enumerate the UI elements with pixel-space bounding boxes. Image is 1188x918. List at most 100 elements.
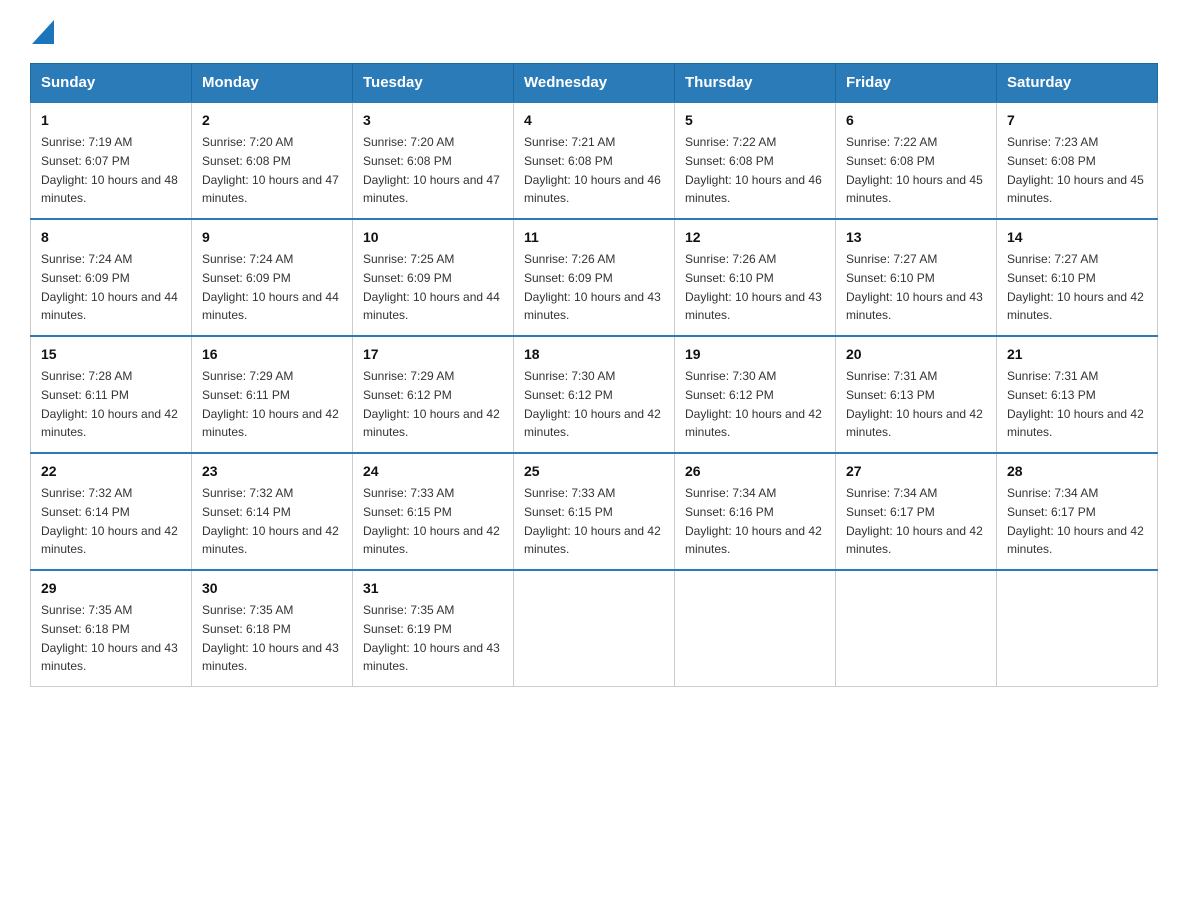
day-cell: 11 Sunrise: 7:26 AMSunset: 6:09 PMDayligh… [514, 219, 675, 336]
day-cell: 26 Sunrise: 7:34 AMSunset: 6:16 PMDayligh… [675, 453, 836, 570]
day-cell: 7 Sunrise: 7:23 AMSunset: 6:08 PMDaylight… [997, 102, 1158, 219]
day-number: 17 [363, 344, 503, 365]
day-number: 31 [363, 578, 503, 599]
day-number: 23 [202, 461, 342, 482]
day-info: Sunrise: 7:20 AMSunset: 6:08 PMDaylight:… [202, 135, 339, 205]
week-row-1: 1 Sunrise: 7:19 AMSunset: 6:07 PMDaylight… [31, 102, 1158, 219]
day-info: Sunrise: 7:24 AMSunset: 6:09 PMDaylight:… [202, 252, 339, 322]
day-info: Sunrise: 7:24 AMSunset: 6:09 PMDaylight:… [41, 252, 178, 322]
day-cell [675, 570, 836, 687]
day-info: Sunrise: 7:31 AMSunset: 6:13 PMDaylight:… [846, 369, 983, 439]
day-cell: 30 Sunrise: 7:35 AMSunset: 6:18 PMDayligh… [192, 570, 353, 687]
day-cell: 19Sunrise: 7:30 AMSunset: 6:12 PMDayligh… [675, 336, 836, 453]
day-cell [997, 570, 1158, 687]
day-number: 25 [524, 461, 664, 482]
day-info: Sunrise: 7:26 AMSunset: 6:10 PMDaylight:… [685, 252, 822, 322]
day-cell: 24 Sunrise: 7:33 AMSunset: 6:15 PMDayligh… [353, 453, 514, 570]
day-number: 12 [685, 227, 825, 248]
day-number: 21 [1007, 344, 1147, 365]
day-info: Sunrise: 7:34 AMSunset: 6:17 PMDaylight:… [846, 486, 983, 556]
day-cell: 15Sunrise: 7:28 AMSunset: 6:11 PMDayligh… [31, 336, 192, 453]
day-cell: 16 Sunrise: 7:29 AMSunset: 6:11 PMDayligh… [192, 336, 353, 453]
day-cell [514, 570, 675, 687]
day-number: 28 [1007, 461, 1147, 482]
day-info: Sunrise: 7:28 AMSunset: 6:11 PMDaylight:… [41, 369, 178, 439]
day-cell: 17 Sunrise: 7:29 AMSunset: 6:12 PMDayligh… [353, 336, 514, 453]
day-number: 20 [846, 344, 986, 365]
page-header [30, 20, 1158, 45]
day-info: Sunrise: 7:30 AMSunset: 6:12 PMDaylight:… [685, 369, 822, 439]
day-number: 10 [363, 227, 503, 248]
day-info: Sunrise: 7:19 AMSunset: 6:07 PMDaylight:… [41, 135, 178, 205]
day-cell: 23 Sunrise: 7:32 AMSunset: 6:14 PMDayligh… [192, 453, 353, 570]
day-number: 4 [524, 110, 664, 131]
day-info: Sunrise: 7:32 AMSunset: 6:14 PMDaylight:… [41, 486, 178, 556]
day-cell: 14 Sunrise: 7:27 AMSunset: 6:10 PMDayligh… [997, 219, 1158, 336]
day-cell: 4 Sunrise: 7:21 AMSunset: 6:08 PMDaylight… [514, 102, 675, 219]
day-cell: 27 Sunrise: 7:34 AMSunset: 6:17 PMDayligh… [836, 453, 997, 570]
day-info: Sunrise: 7:31 AMSunset: 6:13 PMDaylight:… [1007, 369, 1144, 439]
day-cell: 10 Sunrise: 7:25 AMSunset: 6:09 PMDayligh… [353, 219, 514, 336]
day-number: 7 [1007, 110, 1147, 131]
header-saturday: Saturday [997, 64, 1158, 103]
day-info: Sunrise: 7:20 AMSunset: 6:08 PMDaylight:… [363, 135, 500, 205]
day-info: Sunrise: 7:35 AMSunset: 6:18 PMDaylight:… [202, 603, 339, 673]
logo-icon [30, 20, 54, 45]
day-number: 22 [41, 461, 181, 482]
header-tuesday: Tuesday [353, 64, 514, 103]
day-cell: 12 Sunrise: 7:26 AMSunset: 6:10 PMDayligh… [675, 219, 836, 336]
day-number: 1 [41, 110, 181, 131]
day-info: Sunrise: 7:22 AMSunset: 6:08 PMDaylight:… [685, 135, 822, 205]
day-cell: 6 Sunrise: 7:22 AMSunset: 6:08 PMDaylight… [836, 102, 997, 219]
day-info: Sunrise: 7:21 AMSunset: 6:08 PMDaylight:… [524, 135, 661, 205]
day-info: Sunrise: 7:27 AMSunset: 6:10 PMDaylight:… [1007, 252, 1144, 322]
day-number: 3 [363, 110, 503, 131]
day-number: 29 [41, 578, 181, 599]
day-number: 26 [685, 461, 825, 482]
day-info: Sunrise: 7:33 AMSunset: 6:15 PMDaylight:… [524, 486, 661, 556]
calendar-table: SundayMondayTuesdayWednesdayThursdayFrid… [30, 63, 1158, 687]
day-number: 24 [363, 461, 503, 482]
day-cell: 28Sunrise: 7:34 AMSunset: 6:17 PMDayligh… [997, 453, 1158, 570]
day-number: 11 [524, 227, 664, 248]
logo-triangle-icon [32, 20, 54, 44]
day-cell: 8 Sunrise: 7:24 AMSunset: 6:09 PMDaylight… [31, 219, 192, 336]
day-cell [836, 570, 997, 687]
day-info: Sunrise: 7:25 AMSunset: 6:09 PMDaylight:… [363, 252, 500, 322]
logo [30, 20, 54, 45]
day-info: Sunrise: 7:33 AMSunset: 6:15 PMDaylight:… [363, 486, 500, 556]
day-number: 18 [524, 344, 664, 365]
day-cell: 5 Sunrise: 7:22 AMSunset: 6:08 PMDaylight… [675, 102, 836, 219]
header-wednesday: Wednesday [514, 64, 675, 103]
day-number: 5 [685, 110, 825, 131]
day-info: Sunrise: 7:29 AMSunset: 6:12 PMDaylight:… [363, 369, 500, 439]
day-info: Sunrise: 7:22 AMSunset: 6:08 PMDaylight:… [846, 135, 983, 205]
day-info: Sunrise: 7:34 AMSunset: 6:16 PMDaylight:… [685, 486, 822, 556]
day-number: 9 [202, 227, 342, 248]
day-cell: 22 Sunrise: 7:32 AMSunset: 6:14 PMDayligh… [31, 453, 192, 570]
header-sunday: Sunday [31, 64, 192, 103]
day-info: Sunrise: 7:29 AMSunset: 6:11 PMDaylight:… [202, 369, 339, 439]
day-number: 27 [846, 461, 986, 482]
day-number: 8 [41, 227, 181, 248]
day-info: Sunrise: 7:23 AMSunset: 6:08 PMDaylight:… [1007, 135, 1144, 205]
day-number: 6 [846, 110, 986, 131]
day-cell: 2Sunrise: 7:20 AMSunset: 6:08 PMDaylight… [192, 102, 353, 219]
day-cell: 21 Sunrise: 7:31 AMSunset: 6:13 PMDayligh… [997, 336, 1158, 453]
day-number: 14 [1007, 227, 1147, 248]
day-info: Sunrise: 7:35 AMSunset: 6:18 PMDaylight:… [41, 603, 178, 673]
day-number: 16 [202, 344, 342, 365]
day-info: Sunrise: 7:27 AMSunset: 6:10 PMDaylight:… [846, 252, 983, 322]
day-cell: 31Sunrise: 7:35 AMSunset: 6:19 PMDayligh… [353, 570, 514, 687]
day-info: Sunrise: 7:32 AMSunset: 6:14 PMDaylight:… [202, 486, 339, 556]
week-row-4: 22 Sunrise: 7:32 AMSunset: 6:14 PMDayligh… [31, 453, 1158, 570]
header-row: SundayMondayTuesdayWednesdayThursdayFrid… [31, 64, 1158, 103]
day-info: Sunrise: 7:26 AMSunset: 6:09 PMDaylight:… [524, 252, 661, 322]
day-info: Sunrise: 7:30 AMSunset: 6:12 PMDaylight:… [524, 369, 661, 439]
day-number: 30 [202, 578, 342, 599]
day-cell: 1 Sunrise: 7:19 AMSunset: 6:07 PMDaylight… [31, 102, 192, 219]
day-cell: 13 Sunrise: 7:27 AMSunset: 6:10 PMDayligh… [836, 219, 997, 336]
day-number: 13 [846, 227, 986, 248]
day-cell: 18 Sunrise: 7:30 AMSunset: 6:12 PMDayligh… [514, 336, 675, 453]
header-monday: Monday [192, 64, 353, 103]
